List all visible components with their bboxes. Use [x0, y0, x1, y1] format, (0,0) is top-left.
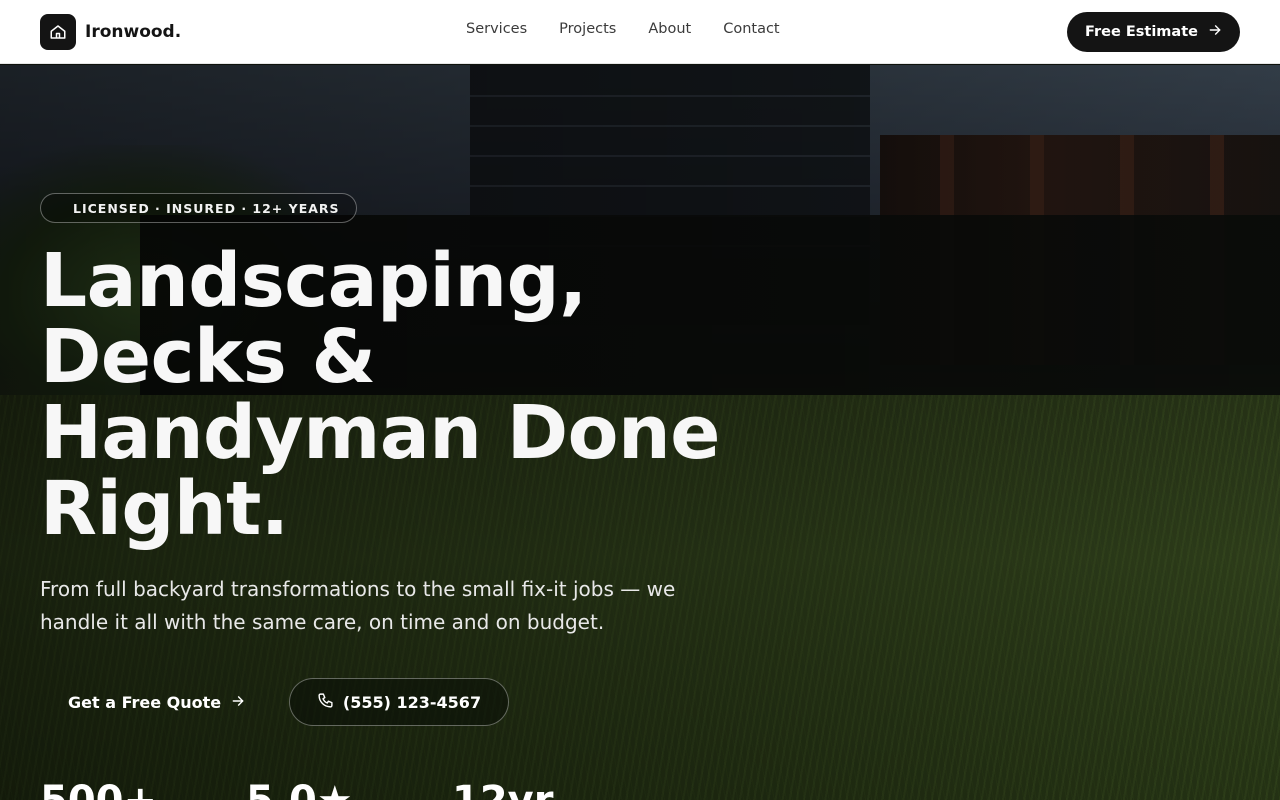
top-navigation: Ironwood. Services Projects About Contac… — [0, 0, 1280, 64]
nav-link-contact[interactable]: Contact — [723, 21, 779, 37]
nav-link-about[interactable]: About — [648, 21, 691, 37]
phone-number: (555) 123-4567 — [342, 692, 482, 712]
hero-headline: Landscaping, Decks & Handyman Done Right… — [40, 243, 740, 547]
credentials-badge: LICENSED · INSURED · 12+ YEARS — [40, 193, 357, 223]
call-phone-button[interactable]: (555) 123-4567 — [289, 678, 509, 726]
headline-line: Handyman Done — [40, 390, 720, 476]
home-icon — [40, 14, 76, 50]
hero-section: LICENSED · INSURED · 12+ YEARS Landscapi… — [0, 65, 1280, 800]
nav-links: Services Projects About Contact — [466, 21, 780, 37]
free-estimate-label: Free Estimate — [1085, 24, 1198, 40]
stat-rating: 5.0★ — [246, 777, 353, 800]
get-free-quote-label: Get a Free Quote — [68, 692, 222, 712]
arrow-right-icon — [231, 693, 245, 712]
subtitle-line: handle it all with the same care, on tim… — [40, 610, 605, 634]
hero-subtitle: From full backyard transformations to th… — [40, 573, 700, 639]
stat-projects: 500+ — [40, 777, 157, 800]
nav-link-services[interactable]: Services — [466, 21, 527, 37]
free-estimate-button[interactable]: Free Estimate — [1067, 12, 1240, 52]
headline-line: Right. — [40, 466, 289, 552]
headline-line: Landscaping, — [40, 238, 587, 324]
phone-icon — [317, 692, 334, 713]
subtitle-line: From full backyard transformations to th… — [40, 577, 676, 601]
arrow-right-icon — [1208, 23, 1222, 41]
get-free-quote-button[interactable]: Get a Free Quote — [40, 678, 268, 726]
brand-name: Ironwood. — [85, 22, 182, 42]
brand-logo[interactable]: Ironwood. — [40, 14, 181, 50]
stat-years: 12yr — [452, 777, 553, 800]
headline-line: Decks & — [40, 314, 376, 400]
nav-link-projects[interactable]: Projects — [559, 21, 616, 37]
